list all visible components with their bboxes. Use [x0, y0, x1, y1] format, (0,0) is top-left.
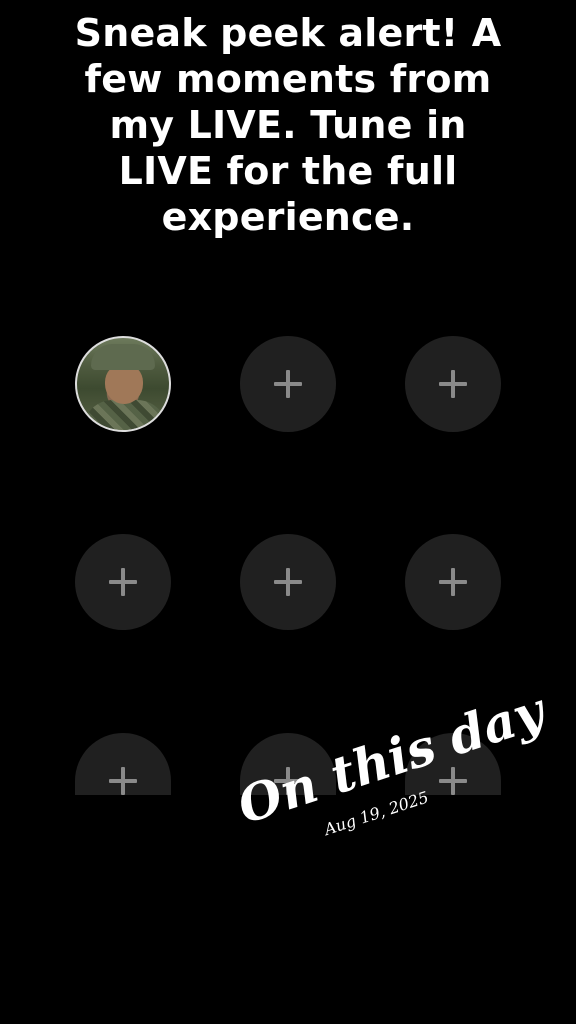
plus-icon: [109, 767, 137, 795]
plus-icon: [439, 370, 467, 398]
add-slot-button[interactable]: [75, 733, 171, 795]
caption-line: my LIVE. Tune in: [109, 103, 467, 147]
avatar-body: [83, 400, 167, 430]
caption-text: Sneak peek alert! A few moments from my …: [40, 10, 536, 240]
caption-line: Sneak peek alert! A: [74, 11, 502, 55]
avatar[interactable]: [75, 336, 171, 432]
on-this-day-stamp: On this day Aug 19, 2025: [207, 655, 551, 878]
caption-line: LIVE for the full: [118, 149, 458, 193]
avatar-face: [105, 364, 143, 404]
add-slot-button[interactable]: [240, 336, 336, 432]
plus-icon: [439, 568, 467, 596]
caption-line: few moments from: [84, 57, 492, 101]
add-slot-button[interactable]: [240, 534, 336, 630]
avatar-cap: [91, 344, 155, 370]
plus-icon: [274, 370, 302, 398]
plus-icon: [274, 568, 302, 596]
caption-line: experience.: [161, 195, 415, 239]
add-slot-button[interactable]: [75, 534, 171, 630]
plus-icon: [109, 568, 137, 596]
add-slot-button[interactable]: [405, 336, 501, 432]
add-slot-button[interactable]: [405, 534, 501, 630]
